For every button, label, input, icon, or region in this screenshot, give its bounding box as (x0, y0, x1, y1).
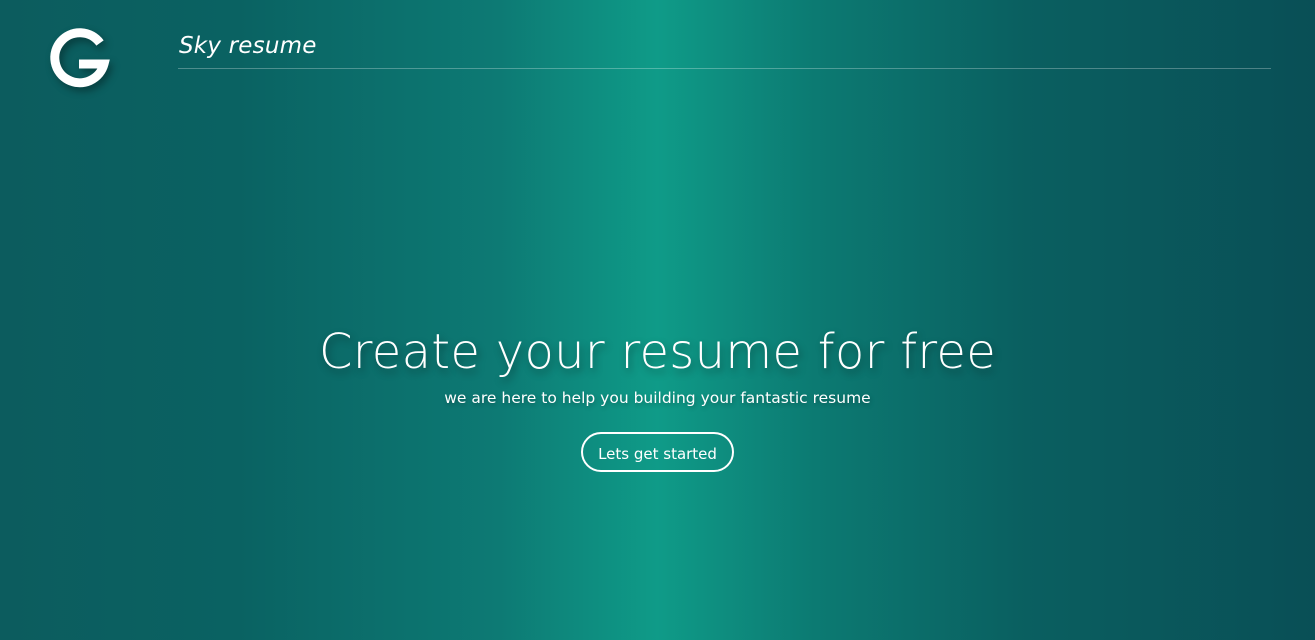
g-logo-icon (50, 28, 110, 88)
logo[interactable] (46, 22, 112, 96)
hero-section: Create your resume for free we are here … (0, 322, 1315, 472)
get-started-button[interactable]: Lets get started (581, 432, 734, 472)
hero-title: Create your resume for free (318, 324, 997, 380)
hero-subtitle: we are here to help you building your fa… (444, 389, 871, 407)
header-divider (178, 68, 1271, 69)
brand-name[interactable]: Sky resume (179, 33, 317, 59)
